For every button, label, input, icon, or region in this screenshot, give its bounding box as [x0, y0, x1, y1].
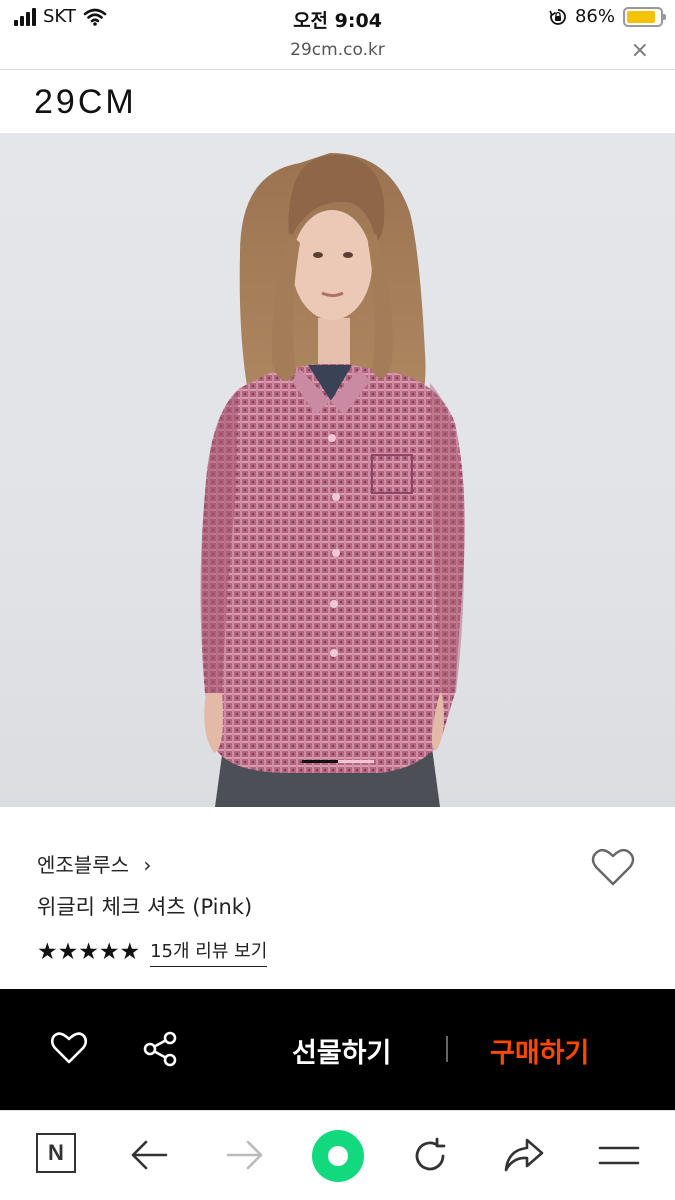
naver-n-icon[interactable]: N: [36, 1133, 76, 1173]
product-name: 위글리 체크 셔츠 (Pink): [37, 895, 253, 919]
star-rating: ★★★★★: [37, 939, 141, 965]
browser-toolbar: N: [0, 1110, 675, 1200]
heart-outline-icon[interactable]: [591, 847, 635, 887]
close-icon[interactable]: ×: [631, 38, 649, 63]
image-page-indicator: [302, 760, 374, 763]
battery-percent: 86%: [574, 6, 615, 27]
gift-button[interactable]: 선물하기: [292, 1031, 391, 1070]
site-logo[interactable]: 29CM: [34, 83, 137, 122]
buy-button[interactable]: 구매하기: [490, 1031, 589, 1070]
share-icon[interactable]: [142, 1031, 180, 1067]
site-header: 29CM: [0, 71, 675, 133]
rotation-lock-icon: [549, 8, 566, 25]
product-info: 엔조블루스 › 위글리 체크 셔츠 (Pink) ★★★★★ 15개 리뷰 보기: [0, 807, 675, 989]
address-bar[interactable]: 29cm.co.kr ×: [0, 36, 675, 70]
product-image[interactable]: [0, 133, 675, 807]
menu-icon[interactable]: [598, 1143, 640, 1169]
heart-icon[interactable]: [50, 1031, 88, 1065]
green-circle: [312, 1130, 364, 1182]
chevron-right-icon: ›: [143, 853, 152, 877]
battery-icon: [623, 6, 666, 27]
url-text[interactable]: 29cm.co.kr: [0, 40, 675, 60]
naver-n-glyph: N: [36, 1133, 76, 1173]
indicator-inactive: [338, 760, 374, 763]
purchase-bar: 선물하기 구매하기: [0, 989, 675, 1110]
indicator-active: [302, 760, 338, 763]
brand-link[interactable]: 엔조블루스 ›: [37, 849, 151, 878]
share-arrow-icon[interactable]: [503, 1137, 545, 1173]
review-link[interactable]: 15개 리뷰 보기: [150, 937, 268, 967]
forward-arrow-icon[interactable]: [226, 1139, 264, 1171]
battery-fill: [627, 10, 655, 23]
divider: [446, 1036, 448, 1062]
green-home-icon[interactable]: [312, 1130, 364, 1182]
brand-name: 엔조블루스: [37, 853, 129, 877]
rating-row: ★★★★★ 15개 리뷰 보기: [37, 937, 268, 967]
product-photo: [200, 153, 465, 807]
refresh-icon[interactable]: [410, 1136, 450, 1176]
back-arrow-icon[interactable]: [130, 1139, 168, 1171]
status-bar: SKT 오전 9:04 86%: [0, 0, 675, 36]
status-right: 86%: [549, 6, 666, 27]
